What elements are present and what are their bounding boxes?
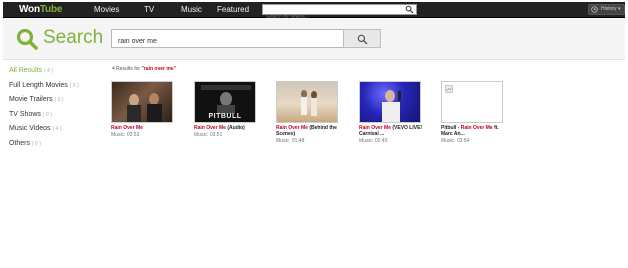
sidebar-item-label: Others — [9, 140, 31, 147]
video-thumbnail[interactable] — [441, 81, 503, 123]
sidebar-item-music-videos[interactable]: Music Videos ( 4 ) — [9, 125, 61, 132]
sidebar-item-count: ( 0 ) — [54, 97, 64, 103]
title-line2: Carnival ... — [359, 131, 385, 137]
video-meta: Music: 03:54 — [441, 138, 470, 144]
results-query: "rain over me" — [141, 66, 176, 72]
chevron-down-icon: ▾ — [617, 6, 621, 12]
sidebar-item-label: All Results — [9, 67, 43, 74]
video-title[interactable]: Rain Over Me (VEVO LIVE! Carnival ... — [359, 125, 425, 137]
video-meta: Music: 03:51 — [194, 132, 223, 138]
title-rest: ft. — [492, 125, 499, 131]
video-meta: Music: 03:53 — [111, 132, 140, 138]
nav-tv[interactable]: TV — [144, 2, 154, 18]
result-card: Rain Over Me (Behind the Scenes) Music: 0… — [276, 81, 342, 144]
video-meta: Music: 01:48 — [276, 138, 305, 144]
top-navbar: WonTube Movies TV Music Featured History… — [3, 2, 625, 22]
results-count: 4 Results for — [112, 66, 141, 72]
site-logo[interactable]: WonTube — [19, 2, 62, 18]
sidebar-item-label: Full Length Movies — [9, 82, 68, 89]
sidebar-item-label: TV Shows — [9, 111, 41, 118]
sidebar-item-full-length-movies[interactable]: Full Length Movies ( 0 ) — [9, 82, 79, 89]
title-rest: (VEVO LIVE! — [390, 125, 423, 131]
result-card: Rain Over Me (VEVO LIVE! Carnival ... Mus… — [359, 81, 425, 144]
search-button[interactable] — [343, 29, 381, 48]
history-button[interactable]: History ▾ — [588, 4, 625, 15]
clock-icon — [591, 6, 598, 13]
video-thumbnail[interactable]: PITBULL — [194, 81, 256, 123]
title-line2: Scenes) — [276, 131, 296, 137]
video-thumbnail[interactable] — [359, 81, 421, 123]
video-thumbnail[interactable] — [276, 81, 338, 123]
nav-movies[interactable]: Movies — [94, 2, 119, 18]
sidebar-item-all-results[interactable]: All Results ( 4 ) — [9, 67, 53, 74]
thumbnail-caption: PITBULL — [208, 113, 242, 120]
nav-music[interactable]: Music — [181, 2, 202, 18]
sidebar-item-others[interactable]: Others ( 0 ) — [9, 140, 41, 147]
video-meta: Music: 02:40 — [359, 138, 388, 144]
main-search-input[interactable] — [112, 33, 342, 50]
video-title[interactable]: Rain Over Me (Audio) — [194, 125, 260, 131]
sidebar-item-label: Movie Trailers — [9, 96, 53, 103]
search-heading: Search — [43, 27, 104, 48]
search-icon[interactable] — [405, 5, 414, 14]
history-label: History — [601, 6, 617, 12]
title-highlight: Rain Over Me — [460, 125, 493, 131]
sidebar-item-count: ( 0 ) — [69, 83, 79, 89]
title-highlight: Rain Over Me — [194, 125, 226, 131]
video-title[interactable]: Rain Over Me — [111, 125, 177, 131]
top-search-box — [262, 4, 417, 22]
sidebar-item-count: ( 4 ) — [52, 126, 62, 132]
search-header: Search — [3, 18, 625, 60]
video-title[interactable]: Rain Over Me (Behind the Scenes) — [276, 125, 342, 137]
sidebar-item-movie-trailers[interactable]: Movie Trailers ( 0 ) — [9, 96, 63, 103]
logo-part1: Won — [19, 4, 40, 15]
sidebar-item-count: ( 0 ) — [42, 112, 52, 118]
sidebar-item-tv-shows[interactable]: TV Shows ( 0 ) — [9, 111, 52, 118]
title-rest: (Behind the — [307, 125, 337, 131]
result-card: PITBULL Rain Over Me (Audio) Music: 03:5… — [194, 81, 260, 138]
logo-part2: Tube — [39, 4, 63, 15]
sidebar-item-count: ( 4 ) — [44, 68, 53, 74]
sidebar-item-label: Music Videos — [9, 125, 51, 132]
result-card: Rain Over Me Music: 03:53 — [111, 81, 177, 138]
nav-featured[interactable]: Featured — [217, 2, 249, 18]
result-card: Pitbull - Rain Over Me ft. Marc An... Mus… — [441, 81, 507, 144]
broken-image-icon — [445, 85, 453, 93]
title-rest: (Audio) — [225, 125, 245, 131]
title-highlight: Rain Over Me — [111, 125, 143, 131]
search-icon — [16, 28, 38, 50]
title-line2: Marc An... — [441, 131, 465, 137]
sidebar-item-count: ( 0 ) — [31, 141, 41, 147]
video-title[interactable]: Pitbull - Rain Over Me ft. Marc An... — [441, 125, 507, 137]
results-summary: 4 Results for "rain over me" — [112, 66, 176, 72]
search-icon — [357, 34, 368, 45]
main-search-box — [111, 29, 345, 50]
video-thumbnail[interactable] — [111, 81, 173, 123]
